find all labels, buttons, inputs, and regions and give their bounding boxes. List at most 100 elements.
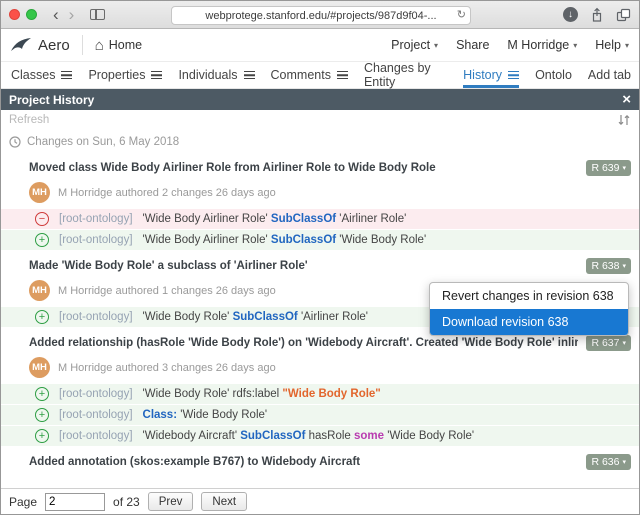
- revision-badge[interactable]: R 639▾: [586, 160, 631, 176]
- entry-title: Made 'Wide Body Role' a subclass of 'Air…: [29, 260, 578, 272]
- avatar: MH: [29, 357, 50, 378]
- tab-label: Ontolo: [535, 68, 572, 82]
- tab-menu-icon[interactable]: [508, 71, 519, 79]
- tab-history[interactable]: History: [463, 62, 519, 88]
- page-label: Page: [9, 495, 37, 509]
- tab-menu-icon[interactable]: [61, 71, 72, 79]
- entry-byline: M Horridge authored 2 changes 26 days ag…: [58, 187, 276, 199]
- tab-label: Individuals: [178, 68, 237, 82]
- browser-window: ‹ › webprotege.stanford.edu/#projects/98…: [0, 0, 640, 515]
- menu-project[interactable]: Project▾: [391, 38, 438, 52]
- added-icon: +: [35, 310, 49, 324]
- url-text: webprotege.stanford.edu/#projects/987d9f…: [205, 10, 436, 22]
- window-close-button[interactable]: [9, 9, 20, 20]
- chevron-down-icon: ▾: [625, 41, 629, 50]
- menu-label: Project: [391, 38, 430, 52]
- ontology-label: [root-ontology]: [59, 311, 133, 323]
- tab-overview-icon[interactable]: [616, 8, 631, 22]
- axiom-text: 'Wide Body Role' rdfs:label "Wide Body R…: [143, 388, 381, 400]
- entry-byline: M Horridge authored 1 changes 26 days ag…: [58, 285, 276, 297]
- tab-classes[interactable]: Classes: [11, 62, 72, 88]
- entry-title-row: Added relationship (hasRole 'Wide Body R…: [1, 335, 639, 351]
- ontology-label: [root-ontology]: [59, 409, 133, 421]
- tab-properties[interactable]: Properties: [88, 62, 162, 88]
- diff-row: + [root-ontology] Class: 'Wide Body Role': [1, 405, 639, 425]
- tab-comments[interactable]: Comments: [271, 62, 348, 88]
- tab-menu-icon[interactable]: [244, 71, 255, 79]
- context-menu-item[interactable]: Revert changes in revision 638: [430, 283, 628, 309]
- browser-back-button[interactable]: ‹: [53, 6, 59, 23]
- header-divider: [82, 35, 83, 55]
- removed-icon: −: [35, 212, 49, 226]
- diff-row: +[root-ontology]'Wide Body Role' rdfs:la…: [1, 384, 639, 404]
- refresh-button[interactable]: Refresh: [9, 114, 49, 126]
- diff-row: +[root-ontology]'Wide Body Airliner Role…: [1, 230, 639, 250]
- downloads-icon[interactable]: ↓: [563, 7, 578, 22]
- tab-individuals[interactable]: Individuals: [178, 62, 254, 88]
- home-button[interactable]: ⌂ Home: [95, 38, 142, 53]
- ontology-label: [root-ontology]: [59, 388, 133, 400]
- diff-row: +[root-ontology]'Widebody Aircraft' SubC…: [1, 426, 639, 446]
- tab-label: Properties: [88, 68, 145, 82]
- history-entry: Moved class Wide Body Airliner Role from…: [1, 160, 639, 250]
- avatar: MH: [29, 182, 50, 203]
- tab-label: History: [463, 68, 502, 82]
- menu-share[interactable]: Share: [456, 38, 489, 52]
- url-bar[interactable]: webprotege.stanford.edu/#projects/987d9f…: [171, 6, 471, 25]
- added-icon: +: [35, 233, 49, 247]
- sidebar-toggle-icon[interactable]: [90, 9, 105, 20]
- app-header: Aero ⌂ Home Project▾ShareM Horridge▾Help…: [1, 29, 639, 62]
- context-menu: Revert changes in revision 638Download r…: [429, 282, 629, 336]
- page-count-label: of 23: [113, 495, 140, 509]
- close-icon[interactable]: ×: [622, 92, 631, 107]
- tab-changes-by-entity[interactable]: Changes by Entity: [364, 62, 447, 88]
- revision-badge[interactable]: R 636▾: [586, 454, 631, 470]
- context-menu-item[interactable]: Download revision 638: [430, 309, 628, 335]
- tab-label: Classes: [11, 68, 55, 82]
- browser-toolbar-icons: ↓: [563, 1, 631, 28]
- entry-title-row: Added annotation (skos:example B767) to …: [1, 454, 639, 470]
- home-icon: ⌂: [95, 38, 104, 53]
- date-group-label: Changes on Sun, 6 May 2018: [27, 136, 179, 148]
- refresh-row: Refresh: [1, 110, 639, 130]
- diff-row: −[root-ontology]'Wide Body Airliner Role…: [1, 209, 639, 229]
- tab-menu-icon[interactable]: [151, 71, 162, 79]
- entry-title-row: Moved class Wide Body Airliner Role from…: [1, 160, 639, 176]
- add-tab-button[interactable]: Add tab: [588, 68, 631, 82]
- reload-icon[interactable]: ↻: [457, 8, 466, 21]
- menu-m-horridge[interactable]: M Horridge▾: [507, 38, 577, 52]
- entry-title: Added relationship (hasRole 'Wide Body R…: [29, 337, 578, 349]
- tab-menu-icon[interactable]: [337, 71, 348, 79]
- revision-badge[interactable]: R 638▾: [586, 258, 631, 274]
- next-button[interactable]: Next: [201, 492, 247, 511]
- page-input[interactable]: [45, 493, 105, 511]
- clock-icon: [9, 136, 21, 148]
- prev-button[interactable]: Prev: [148, 492, 194, 511]
- window-zoom-button[interactable]: [26, 9, 37, 20]
- revision-label: R 639: [591, 162, 619, 174]
- brand-name: Aero: [38, 37, 70, 54]
- revision-badge[interactable]: R 637▾: [586, 335, 631, 351]
- browser-forward-button[interactable]: ›: [69, 6, 75, 23]
- share-icon[interactable]: [590, 7, 604, 23]
- portlet-header: Project History ×: [1, 89, 639, 110]
- axiom-text: 'Wide Body Airliner Role' SubClassOf 'Ai…: [143, 213, 407, 225]
- tab-label: Changes by Entity: [364, 61, 447, 89]
- portlet-title: Project History: [9, 93, 94, 107]
- tab-ontolo[interactable]: Ontolo: [535, 62, 572, 88]
- chevron-down-icon: ▾: [622, 458, 626, 466]
- aero-logo[interactable]: [9, 35, 33, 55]
- menu-help[interactable]: Help▾: [595, 38, 629, 52]
- entry-title: Moved class Wide Body Airliner Role from…: [29, 162, 578, 174]
- entry-byline-row: MH M Horridge authored 3 changes 26 days …: [1, 357, 639, 378]
- sort-icon[interactable]: [617, 113, 631, 127]
- history-entry: Added annotation (skos:example B767) to …: [1, 454, 639, 470]
- entry-byline: M Horridge authored 3 changes 26 days ag…: [58, 362, 276, 374]
- axiom-text: 'Wide Body Role' SubClassOf 'Airliner Ro…: [143, 311, 368, 323]
- added-icon: +: [35, 408, 49, 422]
- entry-byline-row: MH M Horridge authored 2 changes 26 days …: [1, 182, 639, 203]
- axiom-text: Class: 'Wide Body Role': [143, 409, 268, 421]
- browser-chrome: ‹ › webprotege.stanford.edu/#projects/98…: [1, 1, 639, 29]
- history-entry: Added relationship (hasRole 'Wide Body R…: [1, 335, 639, 446]
- tab-strip: Classes Properties Individuals Comments Chan…: [11, 62, 588, 88]
